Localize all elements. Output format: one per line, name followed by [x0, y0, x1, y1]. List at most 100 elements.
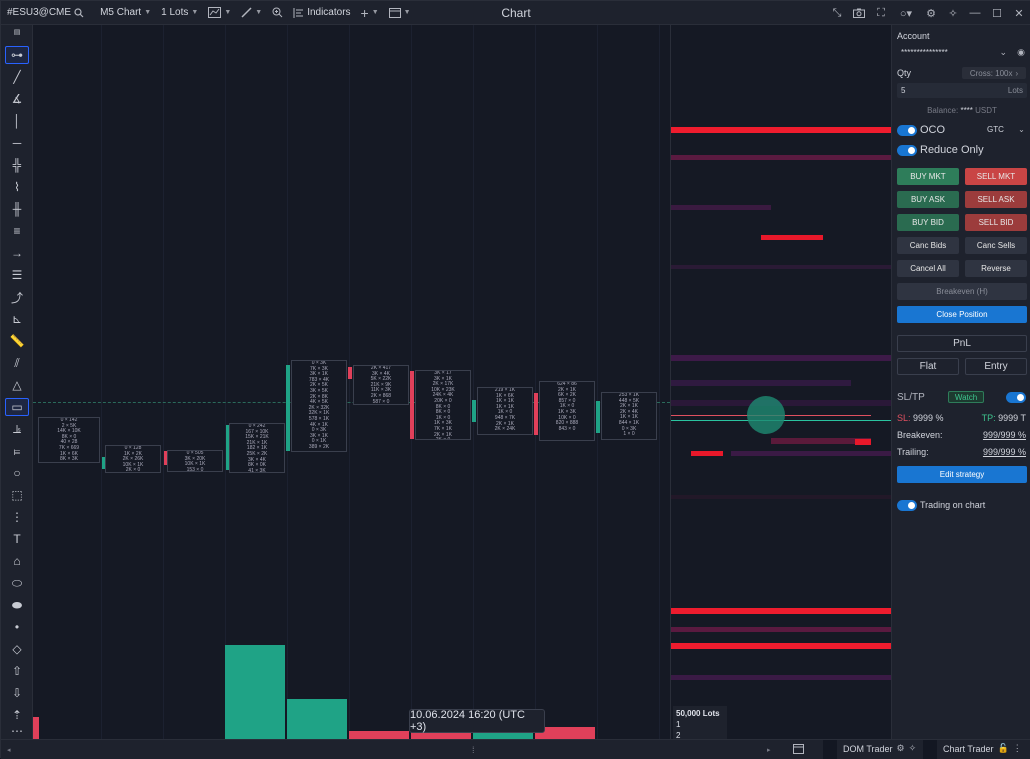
edit-strategy-button[interactable]: Edit strategy — [897, 466, 1027, 483]
qty-input[interactable]: 5 Lots — [897, 83, 1027, 98]
bars-icon[interactable]: ⫢ — [5, 442, 29, 460]
align-left-icon[interactable]: ⫡ — [5, 420, 29, 438]
gear-icon[interactable]: ⚙ — [897, 743, 905, 754]
sell-mkt-button[interactable]: SELL MKT — [965, 168, 1027, 185]
breakeven-button[interactable]: Breakeven (H) — [897, 283, 1027, 300]
dashed-vertical-icon[interactable]: ⋮ — [5, 508, 29, 526]
scroll-left-icon[interactable]: ◂ — [7, 746, 11, 754]
hatch-icon[interactable]: ⫽ — [5, 354, 29, 372]
gann-icon[interactable]: ⊾ — [5, 310, 29, 328]
more-vertical-icon[interactable]: ⋮ — [1013, 743, 1022, 754]
trend-line-icon[interactable]: ╱ — [5, 68, 29, 86]
circle-icon[interactable]: ○ — [5, 464, 29, 482]
cancel-bids-button[interactable]: Canc Bids — [897, 237, 959, 254]
label-icon[interactable]: ⬭ — [5, 574, 29, 592]
pin-icon[interactable]: ✧ — [909, 743, 917, 754]
parallel-lines-icon[interactable]: ☰ — [5, 266, 29, 284]
symbol-selector[interactable]: #ESU3@CME — [1, 1, 89, 25]
footprint-cluster[interactable]: 624 × 86 2K × 1K 6K × 2K 857 × 0 1K × 0 1K × … — [539, 381, 595, 441]
arrow-icon[interactable]: → — [5, 244, 29, 262]
trailing-value[interactable]: 999/999 % — [983, 447, 1026, 457]
buy-mkt-button[interactable]: BUY MKT — [897, 168, 959, 185]
footprint-chart[interactable]: 0 × 142 2 × 5K 14K × 10K 8K × 0 40 × 28 7K × … — [33, 25, 670, 739]
cross-line-icon[interactable]: ╬ — [5, 156, 29, 174]
arrow-up-icon[interactable]: ⇧ — [5, 662, 29, 680]
arrow-down-icon[interactable]: ⇩ — [5, 684, 29, 702]
collapse-arrows-icon[interactable]: ⤡ — [829, 5, 845, 21]
footprint-cluster[interactable]: 0 × 3K 7K × 3K 3K × 1K 783 × 4K 2K × 5K 3K × … — [291, 360, 347, 452]
add-button[interactable]: + ▼ — [356, 1, 384, 25]
scroll-handle[interactable]: ⁞ — [472, 745, 475, 755]
order-book-heatmap[interactable]: 50,000 Lots 1 2 — [670, 25, 891, 739]
footprint-cluster[interactable]: 2K × 417 3K × 4K 5K × 22K 21K × 9K 11K × 3K 2… — [353, 365, 409, 405]
callout-icon[interactable]: ⬬ — [5, 596, 29, 614]
camera-icon[interactable] — [851, 5, 867, 21]
pin-icon[interactable]: ✧ — [945, 5, 961, 21]
curve-icon[interactable]: ⤴ — [5, 288, 29, 306]
triangle-icon[interactable]: △ — [5, 376, 29, 394]
dashed-rect-icon[interactable]: ⬚ — [5, 486, 29, 504]
account-select[interactable]: *************** ⌄ ◉ — [897, 45, 1027, 60]
more-icon[interactable]: ⋯ — [5, 722, 29, 740]
dom-trader-tab[interactable]: DOM Trader ⚙ ✧ — [843, 743, 916, 754]
zoom-button[interactable] — [267, 1, 288, 25]
dot-icon[interactable]: • — [5, 618, 29, 636]
sltp-toggle[interactable] — [1006, 392, 1026, 403]
buy-bid-button[interactable]: BUY BID — [897, 214, 959, 231]
position-marker[interactable] — [747, 396, 785, 434]
footprint-cluster[interactable]: 3K × 17 3K × 1K 2K × 17K 10K × 23K 24K × 4K 2… — [415, 370, 471, 440]
leverage-selector[interactable]: Cross: 100x › — [962, 67, 1026, 79]
reduce-only-toggle[interactable] — [897, 145, 917, 156]
chart-trader-tab[interactable]: Chart Trader 🔓 ⋮ — [943, 743, 1022, 754]
footprint-cluster[interactable]: 0 × 142 2 × 5K 14K × 10K 8K × 0 40 × 28 7K × … — [38, 417, 100, 463]
footprint-cluster[interactable]: 219 × 1K 1K × 6K 1K × 1K 1K × 1K 1K × 0 948 ×… — [477, 387, 533, 435]
indicators-button[interactable]: Indicators — [288, 1, 355, 25]
entry-button[interactable]: Entry — [965, 358, 1027, 375]
tif-dropdown[interactable]: GTC ⌄ — [987, 125, 1025, 134]
layout-dropdown[interactable]: ▼ — [384, 1, 416, 25]
lock-icon[interactable]: 🔓 — [998, 743, 1009, 754]
crosshair-tool-icon[interactable]: ⊶ — [5, 46, 29, 64]
ruler-icon[interactable]: 📏 — [5, 332, 29, 350]
breakeven-value[interactable]: 999/999 % — [983, 430, 1026, 440]
calendar-icon[interactable] — [793, 743, 804, 754]
fullscreen-icon[interactable]: ⛶ — [873, 5, 889, 21]
footprint-cluster[interactable]: 0 × 505 3K × 20K 10K × 1K 153 × 0 — [167, 450, 223, 472]
sell-bid-button[interactable]: SELL BID — [965, 214, 1027, 231]
grip-icon[interactable]: ▤ — [5, 27, 29, 37]
ruler-lines-icon[interactable]: ╫ — [5, 200, 29, 218]
tag-icon[interactable]: ⌂ — [5, 552, 29, 570]
footprint-cluster[interactable]: 0 × 128 1K × 2K 2K × 26K 10K × 1K 2K × 0 — [105, 445, 161, 473]
footprint-cluster[interactable]: 0 × 242 167 × 10K 15K × 21K 21K × 1K 182 × 1… — [229, 423, 285, 473]
circle-dropdown-icon[interactable]: ○▾ — [895, 5, 917, 21]
levels-icon[interactable]: ≡ — [5, 222, 29, 240]
trading-on-chart-toggle[interactable] — [897, 500, 917, 511]
drawing-dropdown[interactable]: ▼ — [236, 1, 267, 25]
lots-dropdown[interactable]: 1 Lots ▼ — [156, 1, 203, 25]
footprint-cluster[interactable]: 253 × 1K 448 × 5K 2K × 1K 2K × 4K 1K × 1K 844… — [601, 392, 657, 440]
flat-button[interactable]: Flat — [897, 358, 959, 375]
tp-value[interactable]: 9999 T — [998, 413, 1026, 423]
eye-icon[interactable]: ◉ — [1017, 47, 1025, 58]
horizontal-line-icon[interactable]: ─ — [5, 134, 29, 152]
cancel-sells-button[interactable]: Canc Sells — [965, 237, 1027, 254]
timeframe-dropdown[interactable]: M5 Chart ▼ — [95, 1, 156, 25]
scroll-right-icon[interactable]: ▸ — [767, 746, 771, 754]
rectangle-icon[interactable]: ▭ — [5, 398, 29, 416]
gear-icon[interactable]: ⚙ — [923, 5, 939, 21]
close-position-button[interactable]: Close Position — [897, 306, 1027, 323]
chart-style-dropdown[interactable]: ▼ — [203, 1, 236, 25]
sl-value[interactable]: 9999 % — [913, 413, 944, 423]
angle-icon[interactable]: ∡ — [5, 90, 29, 108]
pnl-button[interactable]: PnL — [897, 335, 1027, 352]
text-icon[interactable]: T — [5, 530, 29, 548]
vertical-line-icon[interactable]: │ — [5, 112, 29, 130]
diamond-icon[interactable]: ◇ — [5, 640, 29, 658]
sell-ask-button[interactable]: SELL ASK — [965, 191, 1027, 208]
oco-toggle[interactable] — [897, 125, 917, 136]
reverse-button[interactable]: Reverse — [965, 260, 1027, 277]
minimize-icon[interactable]: — — [967, 5, 983, 21]
close-icon[interactable]: ✕ — [1011, 5, 1027, 21]
watch-badge[interactable]: Watch — [948, 391, 984, 403]
buy-ask-button[interactable]: BUY ASK — [897, 191, 959, 208]
